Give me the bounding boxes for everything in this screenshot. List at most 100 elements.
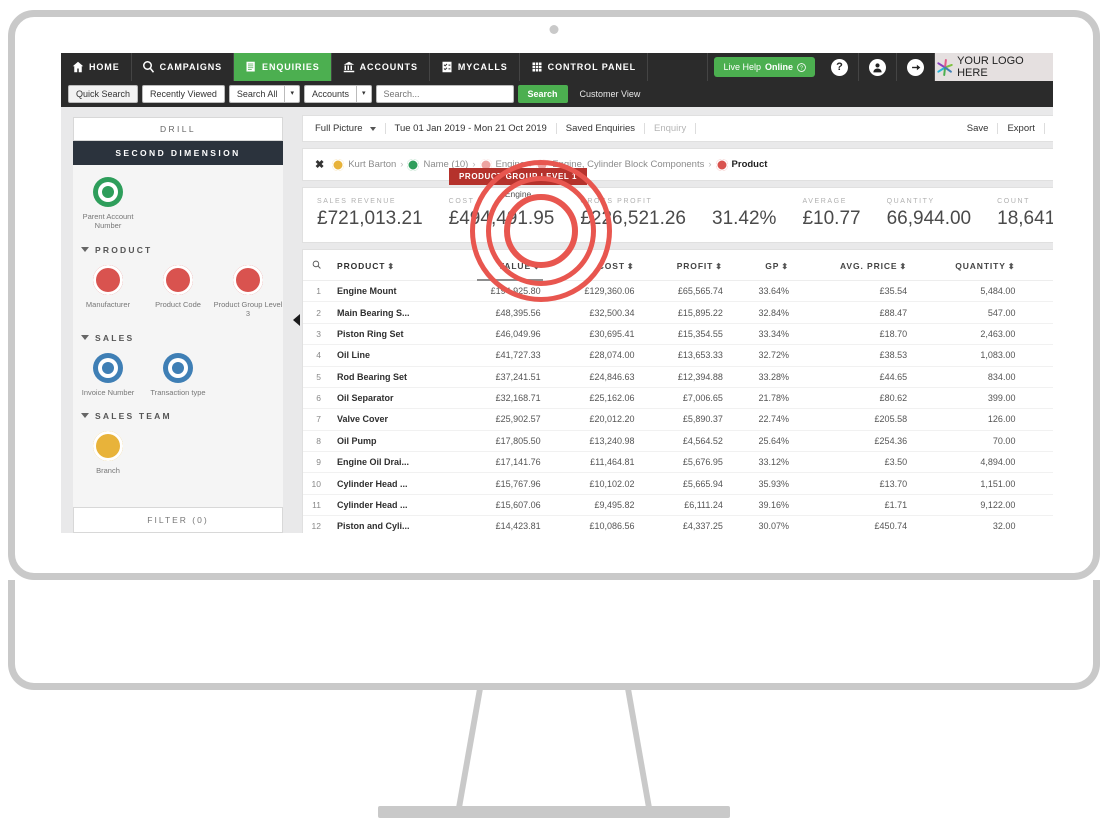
- dimension-tile-product-group-level-3[interactable]: Product Group Level 3: [213, 264, 283, 319]
- breadcrumb-item-product[interactable]: Product: [715, 158, 767, 171]
- quick-search-button[interactable]: Quick Search: [68, 85, 139, 103]
- recently-viewed-button[interactable]: Recently Viewed: [142, 85, 225, 103]
- kpi-gross-profit: GROSS PROFIT £226,521.26: [580, 198, 686, 230]
- drill-tab[interactable]: DRILL: [73, 117, 283, 141]
- row-value: £17,141.76: [454, 451, 549, 474]
- date-range-selector[interactable]: Tue 01 Jan 2019 - Mon 21 Oct 2019: [386, 123, 557, 134]
- customer-view-link[interactable]: Customer View: [580, 89, 641, 99]
- group-label: SALES TEAM: [95, 410, 172, 421]
- dimension-tile-parent-account-number[interactable]: Parent Account Number: [73, 177, 143, 231]
- live-help-button[interactable]: Live Help Online ?: [714, 57, 815, 77]
- sidebar-group-sales-team[interactable]: SALES TEAM: [81, 411, 283, 421]
- search-toolbar: Quick Search Recently Viewed Search All …: [61, 81, 1053, 107]
- table-row[interactable]: 9 Engine Oil Drai... £17,141.76 £11,464.81 £…: [303, 451, 1053, 474]
- column-header-avg-price[interactable]: AVG. PRICE ⬍: [797, 250, 916, 281]
- chevron-down-icon: ▾: [355, 85, 372, 103]
- row-index: 9: [303, 451, 329, 474]
- saved-enquiries-link[interactable]: Saved Enquiries: [557, 123, 645, 134]
- row-cost: £13,240.98: [548, 430, 643, 453]
- search-input[interactable]: [375, 85, 514, 103]
- megaphone-icon: [142, 61, 154, 73]
- sort-icon: ⬍: [387, 261, 395, 271]
- nav-item-control-panel[interactable]: CONTROL PANEL: [520, 53, 649, 81]
- row-avg-price: £38.53: [797, 344, 916, 367]
- row-product: Rod Bearing Set: [329, 366, 455, 388]
- table-row[interactable]: 8 Oil Pump £17,805.50 £13,240.98 £4,564.52 25…: [303, 430, 1053, 453]
- row-gp: 33.12%: [730, 451, 797, 474]
- column-header-count[interactable]: COUNT⬍: [1023, 250, 1053, 281]
- row-avg-price: £205.58: [797, 408, 916, 431]
- column-header-value[interactable]: VALUE ⬍: [454, 250, 549, 281]
- kpi-label: SALES REVENUE: [317, 198, 397, 205]
- column-header-product[interactable]: PRODUCT ⬍: [329, 250, 455, 281]
- table-row[interactable]: 1 Engine Mount £194,925.80 £129,360.06 £65,5…: [303, 280, 1053, 303]
- dimension-tile-transaction-type[interactable]: Transaction type: [143, 352, 213, 397]
- sidebar-group-sales[interactable]: SALES: [81, 333, 283, 343]
- column-label: GP: [765, 260, 780, 271]
- dimension-tile-invoice-number[interactable]: Invoice Number: [73, 352, 143, 397]
- search-scope-select[interactable]: Search All ▾: [228, 85, 300, 103]
- help-button[interactable]: ?: [821, 53, 859, 81]
- sidebar-group-product[interactable]: PRODUCT: [81, 245, 283, 255]
- second-dimension-tab[interactable]: SECOND DIMENSION: [73, 141, 283, 165]
- report-icon: [246, 61, 255, 72]
- app-body: DRILL SECOND DIMENSION Parent Account Nu…: [61, 107, 1053, 533]
- table-row[interactable]: 2 Main Bearing S... £48,395.56 £32,500.34 £1…: [303, 301, 1053, 324]
- dimension-tile-manufacturer[interactable]: Manufacturer: [73, 264, 143, 319]
- nav-item-campaigns[interactable]: CAMPAIGNS: [132, 53, 235, 81]
- close-icon[interactable]: ✖: [315, 158, 324, 171]
- screen: HOME CAMPAIGNS ENQUIRIES ACCOUNTS MYCALL…: [61, 53, 1053, 533]
- table-row[interactable]: 5 Rod Bearing Set £37,241.51 £24,846.63 £12,…: [303, 366, 1053, 388]
- dimension-tile-label: Manufacturer: [85, 299, 131, 309]
- grid-icon: [532, 62, 542, 72]
- settings-button[interactable]: Settings: [1045, 123, 1053, 134]
- nav-item-enquiries[interactable]: ENQUIRIES: [234, 53, 332, 81]
- kpi-label: COUNT: [997, 198, 1031, 205]
- logout-button[interactable]: [897, 53, 935, 81]
- view-selector[interactable]: Full Picture: [315, 123, 386, 134]
- dimension-tile-label: Branch: [96, 465, 120, 475]
- row-product: Oil Line: [329, 344, 455, 367]
- table-row[interactable]: 12 Piston and Cyli... £14,423.81 £10,086.56…: [303, 515, 1053, 533]
- save-button[interactable]: Save: [958, 123, 999, 134]
- table-row[interactable]: 6 Oil Separator £32,168.71 £25,162.06 £7,006…: [303, 387, 1053, 410]
- row-profit: £7,006.65: [642, 387, 731, 410]
- row-product: Piston and Cyli...: [329, 515, 455, 533]
- sidebar-collapse-icon[interactable]: [293, 314, 300, 326]
- row-gp: 30.07%: [730, 515, 797, 533]
- table-search-icon-cell[interactable]: [303, 250, 329, 281]
- column-header-quantity[interactable]: QUANTITY ⬍: [915, 250, 1024, 281]
- dimension-tile-product-code[interactable]: Product Code: [143, 264, 213, 319]
- search-entity-select[interactable]: Accounts ▾: [303, 85, 372, 103]
- kpi-sales-revenue: SALES REVENUE £721,013.21: [317, 198, 423, 230]
- filter-tab[interactable]: FILTER (0): [73, 507, 283, 533]
- account-button[interactable]: [859, 53, 897, 81]
- monitor-lower-bezel: [8, 580, 1100, 690]
- dimension-tile-label: Product Code: [155, 299, 201, 309]
- row-cost: £11,464.81: [548, 451, 643, 474]
- table-row[interactable]: 3 Piston Ring Set £46,049.96 £30,695.41 £15,…: [303, 323, 1053, 346]
- column-header-cost[interactable]: COST ⬍: [548, 250, 643, 281]
- table-row[interactable]: 4 Oil Line £41,727.33 £28,074.00 £13,653.33 3…: [303, 344, 1053, 367]
- row-gp: 35.93%: [730, 472, 797, 495]
- export-button[interactable]: Export: [998, 123, 1045, 134]
- table-row[interactable]: 11 Cylinder Head ... £15,607.06 £9,495.82 £6…: [303, 494, 1053, 517]
- breadcrumb-item-kurt-barton[interactable]: Kurt Barton: [332, 158, 397, 171]
- row-avg-price: £450.74: [797, 515, 916, 533]
- nav-item-mycalls[interactable]: MYCALLS: [430, 53, 520, 81]
- dimension-tile-row: Parent Account Number: [73, 177, 283, 231]
- breadcrumb-label: Kurt Barton: [348, 159, 397, 170]
- top-navigation-bar: HOME CAMPAIGNS ENQUIRIES ACCOUNTS MYCALL…: [61, 53, 1053, 81]
- table-row[interactable]: 10 Cylinder Head ... £15,767.96 £10,102.02 £…: [303, 472, 1053, 495]
- nav-item-home[interactable]: HOME: [61, 53, 132, 81]
- dimension-tile-branch[interactable]: Branch: [73, 430, 143, 475]
- sort-icon: ⬍: [715, 261, 723, 271]
- column-header-gp[interactable]: GP ⬍: [730, 250, 797, 281]
- row-quantity: 9,122.00: [915, 494, 1024, 517]
- row-product: Cylinder Head ...: [329, 472, 455, 495]
- search-button[interactable]: Search: [517, 85, 568, 103]
- dimension-ring-icon: [93, 352, 123, 383]
- table-row[interactable]: 7 Valve Cover £25,902.57 £20,012.20 £5,890.3…: [303, 408, 1053, 431]
- column-header-profit[interactable]: PROFIT ⬍: [642, 250, 731, 281]
- nav-item-accounts[interactable]: ACCOUNTS: [332, 53, 430, 81]
